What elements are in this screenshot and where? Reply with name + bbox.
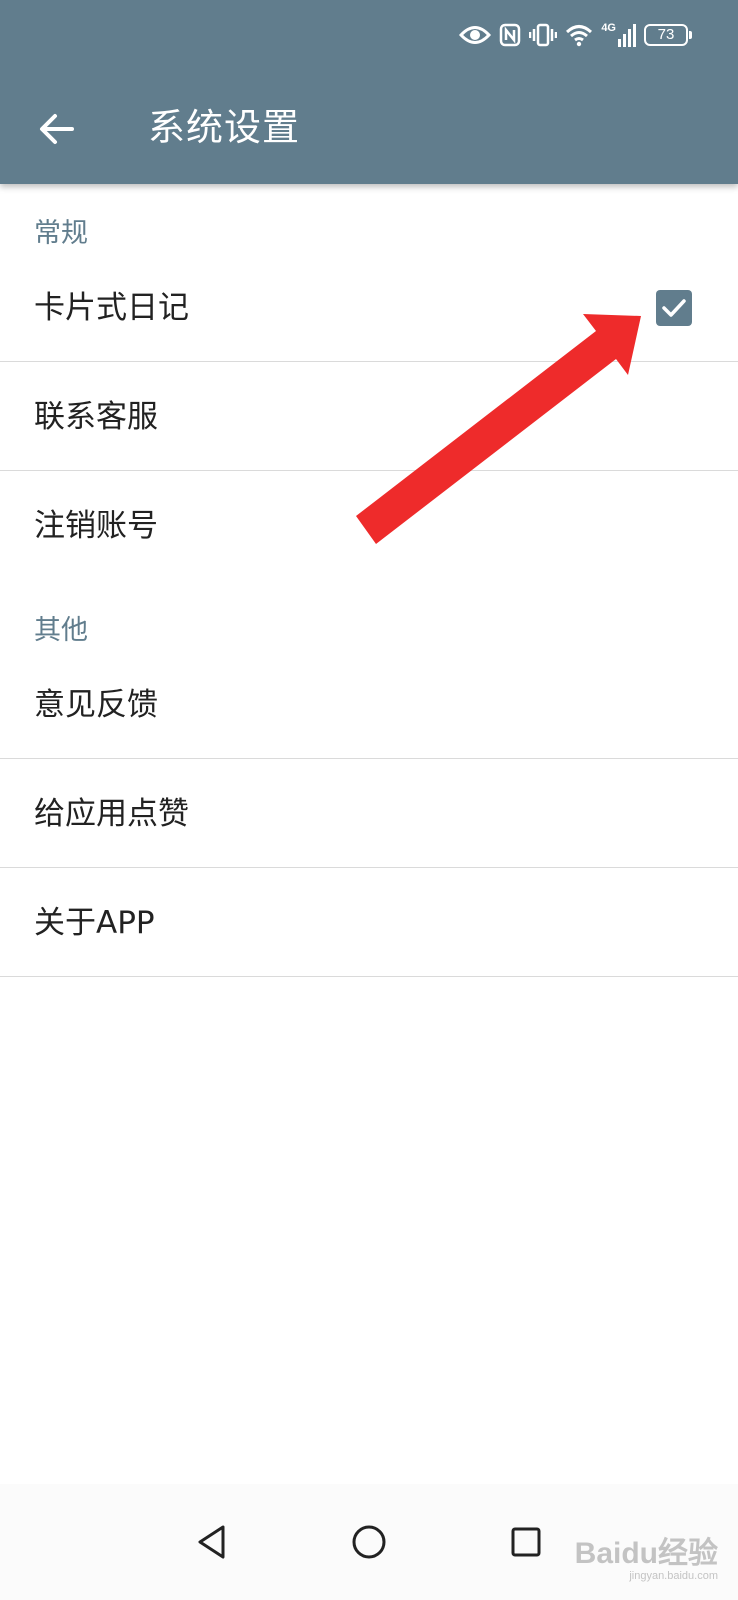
nav-back-icon bbox=[198, 1525, 225, 1559]
setting-label: 联系客服 bbox=[34, 398, 158, 435]
watermark: Baidu经验 jingyan.baidu.com bbox=[574, 1537, 718, 1583]
battery-icon: 73 bbox=[644, 24, 692, 46]
back-arrow-icon bbox=[40, 114, 74, 144]
nav-back-button[interactable] bbox=[182, 1512, 242, 1572]
eye-icon bbox=[459, 26, 492, 44]
setting-row-about-app[interactable]: 关于APP bbox=[0, 869, 738, 977]
setting-label: 卡片式日记 bbox=[34, 289, 189, 326]
back-button[interactable] bbox=[30, 103, 82, 155]
nav-recents-icon bbox=[511, 1527, 541, 1557]
nav-home-button[interactable] bbox=[339, 1512, 399, 1572]
section-header-other: 其他 bbox=[34, 615, 88, 646]
wifi-icon bbox=[566, 25, 593, 47]
watermark-main: Baidu经验 bbox=[574, 1537, 718, 1570]
nav-home-icon bbox=[352, 1525, 386, 1559]
battery-level: 73 bbox=[657, 26, 675, 43]
status-bar: 4G 73 bbox=[459, 18, 692, 52]
signal-4g-icon: 4G bbox=[601, 23, 636, 47]
setting-row-rate-app[interactable]: 给应用点赞 bbox=[0, 760, 738, 868]
setting-label: 关于APP bbox=[34, 904, 155, 941]
vibrate-icon bbox=[529, 23, 558, 47]
setting-label: 注销账号 bbox=[34, 508, 158, 544]
card-diary-checkbox[interactable] bbox=[656, 289, 692, 326]
system-nav-bar: Baidu经验 jingyan.baidu.com bbox=[0, 1484, 738, 1600]
setting-row-feedback[interactable]: 意见反馈 bbox=[0, 651, 738, 759]
setting-label: 给应用点赞 bbox=[34, 795, 189, 832]
setting-label: 意见反馈 bbox=[34, 686, 158, 723]
checkmark-icon bbox=[662, 298, 686, 317]
watermark-sub: jingyan.baidu.com bbox=[629, 1570, 718, 1582]
page-title: 系统设置 bbox=[148, 106, 300, 149]
setting-row-card-diary[interactable]: 卡片式日记 bbox=[0, 254, 738, 362]
app-bar: 4G 73 系统设置 bbox=[0, 0, 738, 184]
network-label: 4G bbox=[601, 22, 616, 34]
nav-recents-button[interactable] bbox=[496, 1512, 556, 1572]
section-header-general: 常规 bbox=[34, 218, 88, 249]
setting-row-contact-support[interactable]: 联系客服 bbox=[0, 363, 738, 471]
setting-row-delete-account[interactable]: 注销账号 bbox=[0, 472, 738, 580]
nfc-icon bbox=[500, 23, 521, 47]
